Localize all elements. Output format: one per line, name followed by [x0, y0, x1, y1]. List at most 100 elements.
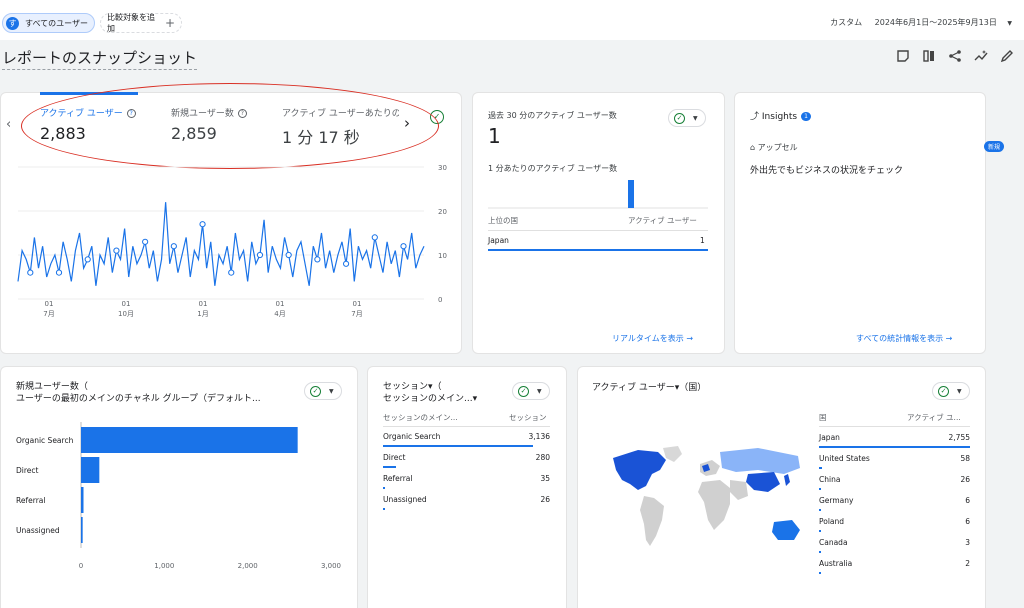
row-bar	[819, 446, 970, 448]
check-circle-icon: ✓	[674, 112, 685, 124]
bar	[81, 457, 100, 483]
session-channel[interactable]: Organic Search	[383, 432, 440, 441]
all-users-label: すべてのユーザー	[25, 18, 88, 28]
compare-columns-icon[interactable]	[922, 48, 936, 62]
insights-icon[interactable]	[974, 48, 988, 62]
row-bar	[819, 488, 821, 490]
bar	[81, 517, 83, 543]
geo-country[interactable]: Poland	[819, 517, 844, 526]
trend-sparkle-icon: ⤴︎	[750, 112, 760, 122]
geo-title: アクティブ ユーザー▾（国）	[592, 383, 707, 393]
users-column-header: アクティブ ユーザー	[628, 216, 697, 225]
data-point	[113, 247, 120, 254]
active-users-line-chart: 30 20 10 0 01 7月 01 10月 01 1月 01 4月 01 7月	[17, 164, 447, 318]
x-tick-day: 01	[276, 300, 285, 308]
per-minute-label: 1 分あたりのアクティブ ユーザー数	[488, 164, 618, 173]
geo-users: 2	[965, 559, 970, 568]
chevron-down-icon: ▼	[957, 387, 962, 395]
geo-users: 3	[965, 538, 970, 547]
date-range-label: カスタム	[830, 18, 863, 27]
link-label: リアルタイムを表示	[612, 334, 684, 343]
map-north-america	[613, 450, 666, 490]
minute-bar	[628, 180, 634, 208]
x-tick-label: 0	[79, 562, 83, 570]
session-channel[interactable]: Direct	[383, 453, 405, 462]
date-range-picker[interactable]: カスタム 2024年6月1日～2025年9月13日 ▼	[830, 17, 1012, 28]
x-tick-day: 01	[45, 300, 54, 308]
plus-icon: +	[164, 16, 175, 30]
world-map	[613, 446, 800, 546]
page-title: レポートのスナップショット	[2, 47, 198, 70]
realtime-status-dropdown[interactable]: ✓ ▼	[668, 109, 706, 127]
tag-label: アップセル	[757, 143, 798, 152]
view-realtime-link[interactable]: リアルタイムを表示 →	[612, 333, 693, 344]
user-avatar: す	[6, 16, 19, 30]
data-point	[285, 251, 292, 259]
session-channel[interactable]: Unassigned	[383, 495, 427, 504]
row-bar	[819, 530, 821, 532]
view-all-insights-link[interactable]: すべての統計情報を表示 →	[856, 333, 952, 344]
x-tick-label: 1,000	[154, 562, 174, 570]
link-label: すべての統計情報を表示	[856, 334, 944, 343]
per-minute-bar-chart	[488, 180, 708, 209]
data-point	[371, 234, 378, 241]
add-comparison-chip[interactable]: 比較対象を追加 +	[100, 13, 182, 33]
geo-country[interactable]: United States	[819, 454, 870, 463]
row-bar	[819, 551, 821, 553]
data-point	[84, 256, 91, 263]
geo-users: 6	[965, 517, 970, 526]
insights-header: ⤴︎ Insights 1	[750, 109, 811, 122]
map-australia	[772, 520, 800, 540]
title-line-1: 新規ユーザー数（	[16, 382, 88, 392]
insights-title: Insights	[761, 112, 798, 122]
data-point	[342, 260, 350, 267]
bar-category-label: Direct	[16, 466, 39, 475]
session-value: 26	[540, 495, 550, 504]
row-bar	[488, 249, 708, 251]
bar	[81, 427, 298, 453]
x-tick-day: 01	[122, 300, 131, 308]
title-line-2: セッションのメイン...▾	[383, 394, 478, 404]
new-users-status-dropdown[interactable]: ✓ ▼	[304, 382, 342, 400]
geo-country[interactable]: Canada	[819, 538, 848, 547]
geo-country[interactable]: Japan	[819, 433, 840, 442]
geo-country[interactable]: Germany	[819, 496, 853, 505]
realtime-label: 過去 30 分のアクティブ ユーザー数	[488, 111, 617, 120]
bar-category-label: Unassigned	[16, 526, 60, 535]
date-range-value: 2024年6月1日～2025年9月13日	[874, 18, 997, 27]
channel-column-header: セッションのメイン...	[383, 413, 458, 422]
note-icon[interactable]	[896, 48, 910, 62]
realtime-value: 1	[488, 124, 501, 148]
row-bar	[383, 445, 533, 447]
sessions-status-dropdown[interactable]: ✓ ▼	[512, 382, 550, 400]
chevron-left-icon[interactable]: ‹	[6, 117, 11, 132]
x-tick-label: 3,000	[321, 562, 341, 570]
data-point	[142, 238, 149, 245]
series-line	[17, 202, 425, 286]
all-users-chip[interactable]: す すべてのユーザー	[2, 13, 95, 33]
map-greenland	[663, 446, 682, 462]
edit-icon[interactable]	[1000, 48, 1014, 63]
session-value: 35	[540, 474, 550, 483]
row-bar	[819, 572, 821, 574]
data-point	[228, 269, 235, 276]
row-bar	[819, 467, 823, 469]
check-circle-icon: ✓	[938, 385, 949, 397]
geo-status-dropdown[interactable]: ✓ ▼	[932, 382, 970, 400]
insight-text[interactable]: 外出先でもビジネスの状況をチェック	[750, 163, 903, 176]
geo-users-header: アクティブ ユ...	[907, 413, 961, 422]
share-icon[interactable]	[948, 48, 962, 62]
session-channel[interactable]: Referral	[383, 474, 412, 483]
title-line-1: セッション▾（	[383, 382, 442, 392]
map-china	[746, 472, 780, 492]
x-tick-month: 7月	[351, 310, 362, 318]
tag-icon: ⌂	[750, 143, 756, 152]
map-africa	[698, 480, 730, 530]
y-tick-label: 10	[438, 252, 447, 260]
data-point	[170, 243, 177, 250]
insight-tag: ⌂ アップセル	[750, 142, 798, 153]
geo-country[interactable]: China	[819, 475, 840, 484]
geo-country[interactable]: Australia	[819, 559, 852, 568]
data-point	[27, 269, 34, 276]
map-asia-south	[730, 480, 748, 500]
